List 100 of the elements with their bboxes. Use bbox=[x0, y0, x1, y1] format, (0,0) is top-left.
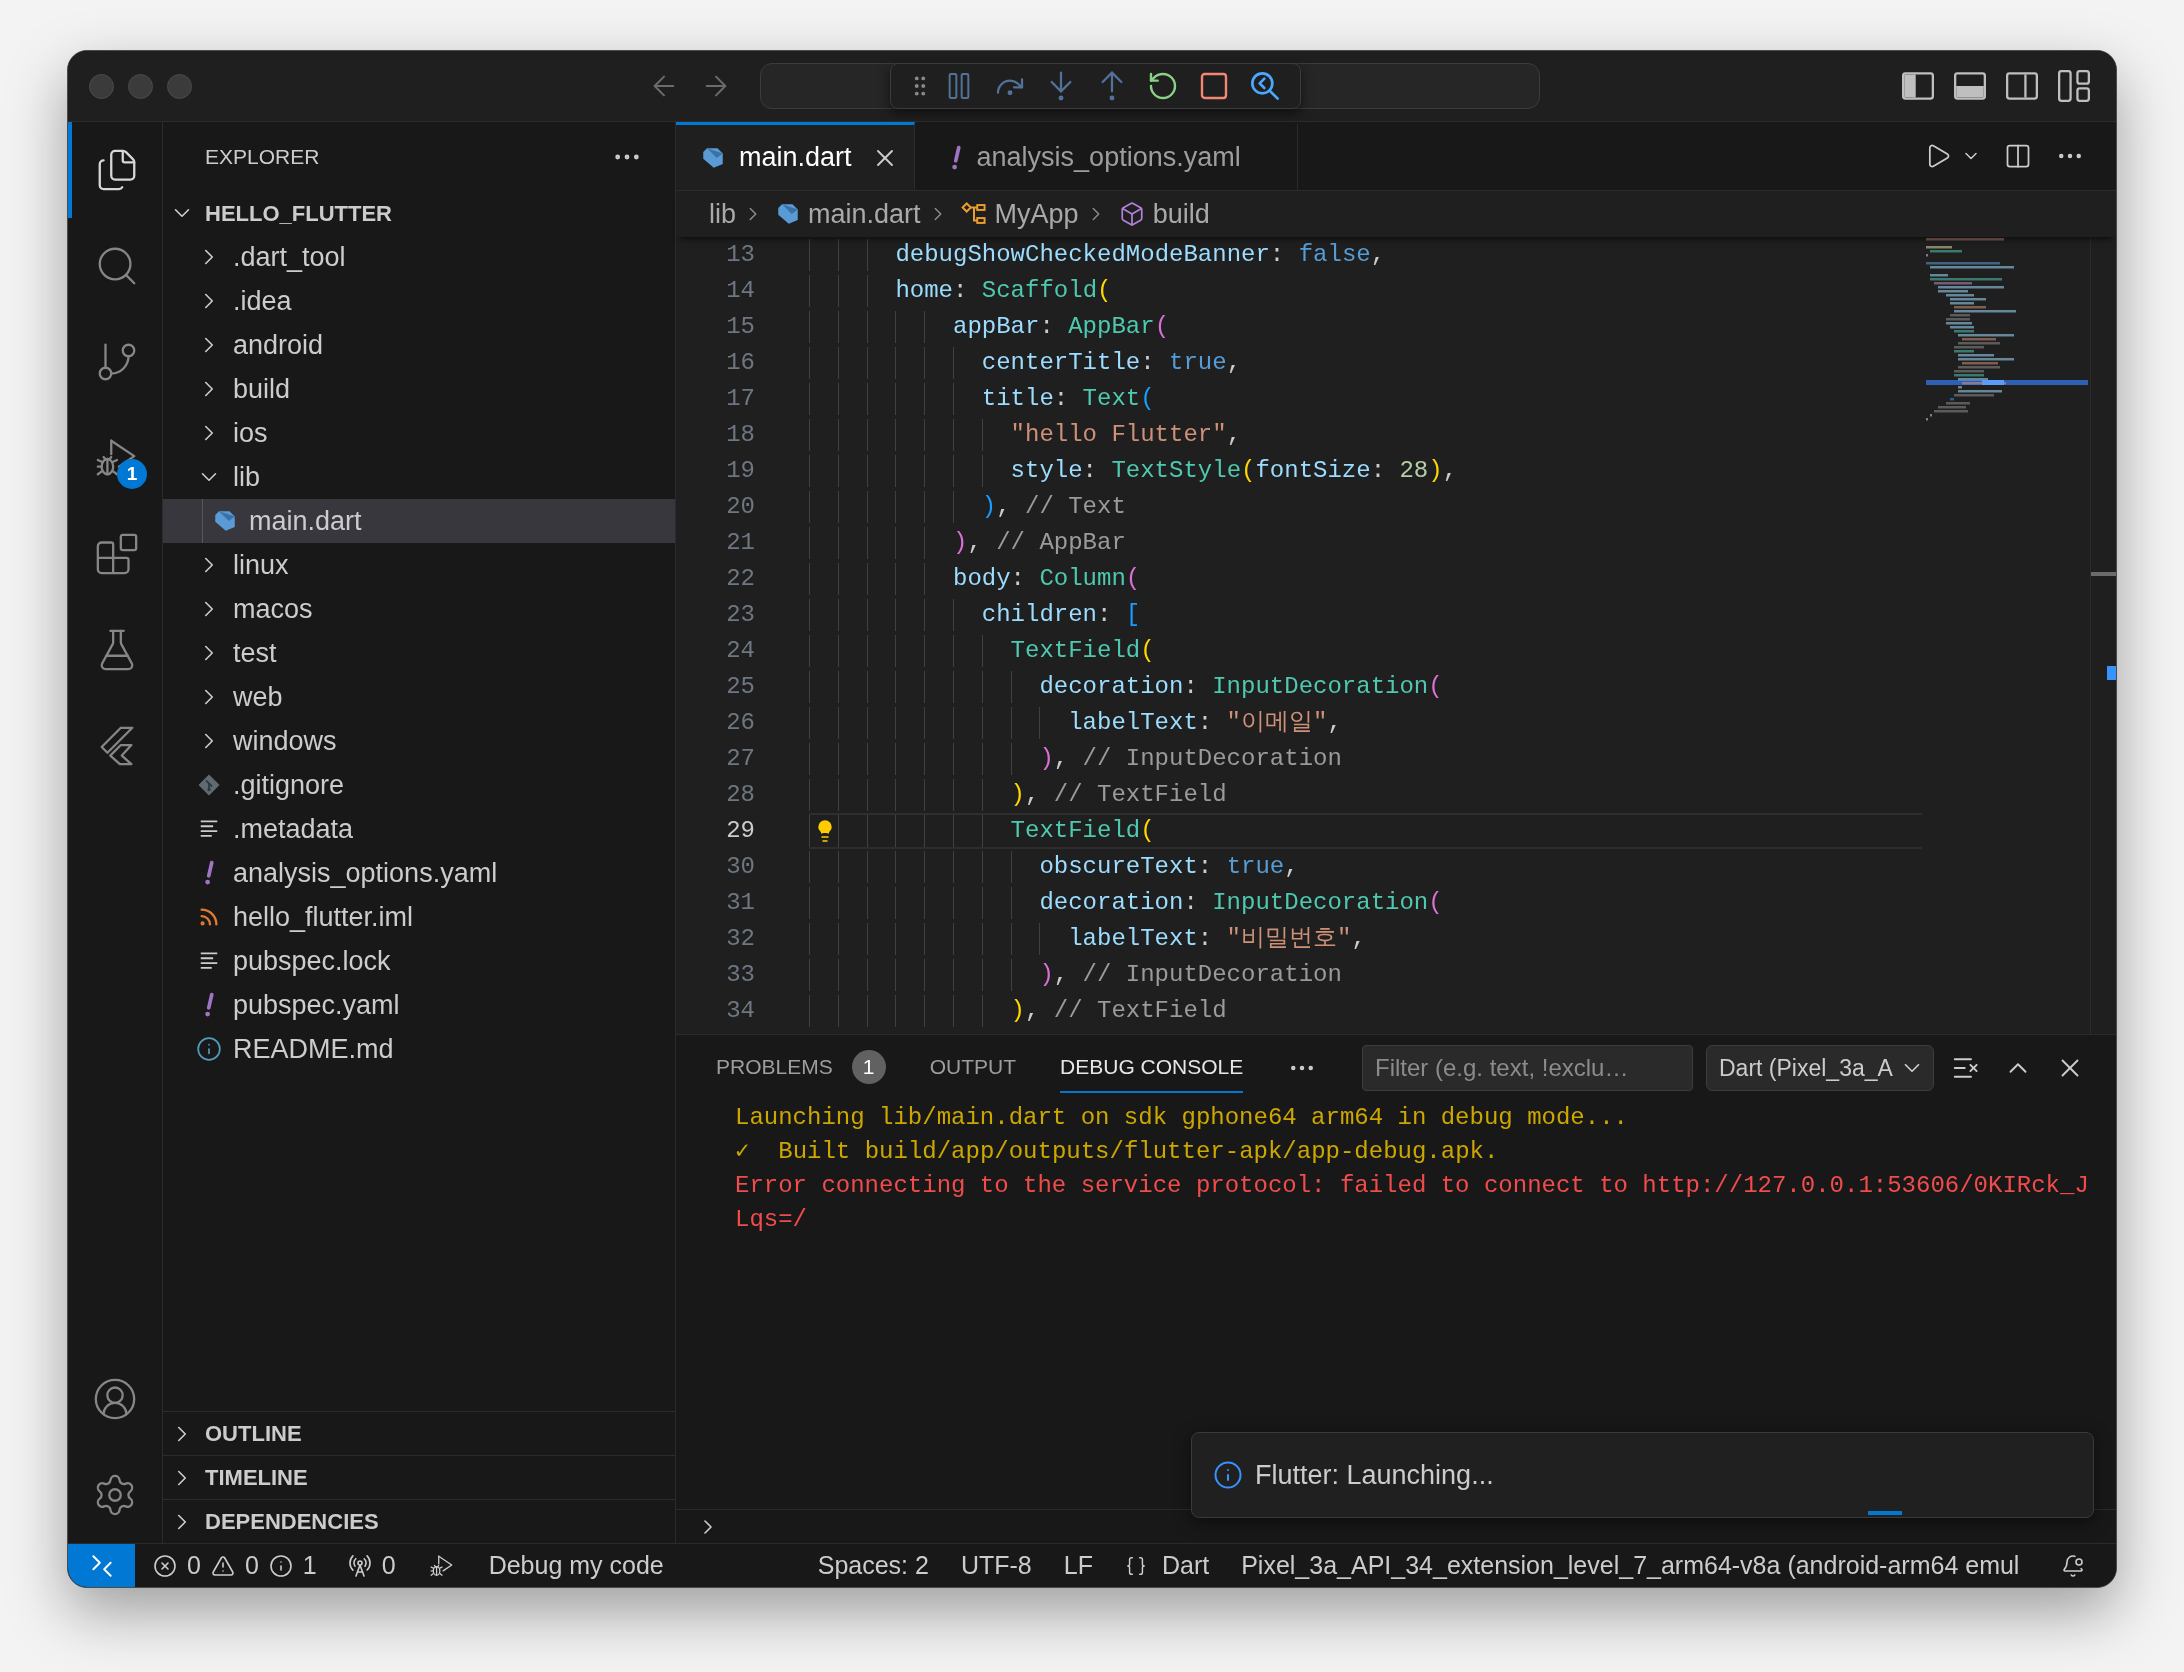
layout-grid-icon[interactable] bbox=[2058, 70, 2090, 102]
remote-button[interactable] bbox=[68, 1544, 135, 1587]
code-line: ), // InputDecoration bbox=[1039, 960, 1342, 990]
breadcrumb-item[interactable]: lib bbox=[709, 193, 736, 235]
sidebar-title: EXPLORER bbox=[205, 143, 320, 170]
line-number: 26 bbox=[726, 708, 755, 738]
tree-item[interactable]: .gitignore bbox=[163, 763, 675, 807]
info-icon bbox=[268, 1553, 293, 1578]
section-header[interactable]: TIMELINE bbox=[163, 1455, 675, 1499]
line-number: 32 bbox=[726, 924, 755, 954]
status-item[interactable]: UTF-8 bbox=[947, 1544, 1045, 1587]
code-line: ), // AppBar bbox=[953, 528, 1126, 558]
tree-item[interactable]: windows bbox=[163, 719, 675, 763]
bell-icon[interactable] bbox=[2061, 1553, 2085, 1578]
status-item[interactable]: Pixel_3a_API_34_extension_level_7_arm64-v8a (android-arm64 emul bbox=[1228, 1544, 2033, 1587]
code-line: title: Text( bbox=[981, 384, 1155, 414]
code-line: ), // TextField bbox=[1010, 996, 1227, 1026]
dart-file-icon bbox=[701, 145, 725, 170]
problems-button[interactable]: 0 0 1 bbox=[143, 1544, 327, 1587]
notification-message: Flutter: Launching... bbox=[1255, 1458, 1494, 1492]
code-line: ), // Text bbox=[981, 492, 1126, 522]
status-item[interactable]: Dart bbox=[1111, 1544, 1223, 1587]
tree-item[interactable]: test bbox=[163, 631, 675, 675]
code-line: TextField( bbox=[1010, 636, 1155, 666]
tree-item[interactable]: analysis_options.yaml bbox=[163, 851, 675, 895]
line-number: 19 bbox=[726, 456, 755, 486]
cube-icon bbox=[1118, 201, 1145, 227]
tree-item[interactable]: build bbox=[163, 367, 675, 411]
code-line: home: Scaffold( bbox=[895, 276, 1112, 306]
line-number: 30 bbox=[726, 852, 755, 882]
line-number: 29 bbox=[726, 816, 755, 846]
line-number: 28 bbox=[726, 780, 755, 810]
line-number: 18 bbox=[726, 420, 755, 450]
section-header[interactable]: OUTLINE bbox=[163, 1411, 675, 1455]
panel-tab[interactable]: OUTPUT bbox=[929, 1043, 1017, 1093]
line-number: 23 bbox=[726, 600, 755, 630]
right-sidebar-layout-icon[interactable] bbox=[2006, 70, 2038, 102]
breadcrumb-item[interactable]: main.dart bbox=[776, 193, 921, 235]
code-line: ), // TextField bbox=[1010, 780, 1227, 810]
class-symbol-icon bbox=[960, 201, 987, 227]
dart-file-icon bbox=[776, 202, 800, 226]
breadcrumb-item[interactable]: build bbox=[1118, 193, 1210, 235]
code-line: centerTitle: true, bbox=[981, 348, 1242, 378]
tree-item[interactable]: README.md bbox=[163, 1027, 675, 1071]
sidebar-layout-icon[interactable] bbox=[1902, 70, 1934, 102]
code-line: children: [ bbox=[981, 600, 1141, 630]
panel-tab[interactable]: DEBUG CONSOLE bbox=[1060, 1043, 1244, 1093]
filter-field[interactable]: Filter (e.g. text, !exclu… bbox=[1362, 1045, 1693, 1091]
tree-item[interactable]: lib bbox=[163, 455, 675, 499]
tree-item[interactable]: android bbox=[163, 323, 675, 367]
code-line: debugShowCheckedModeBanner: false, bbox=[895, 240, 1386, 270]
command-center-field[interactable] bbox=[760, 63, 1540, 109]
progress-indicator bbox=[1868, 1511, 1902, 1515]
line-number: 17 bbox=[726, 384, 755, 414]
circular-arrow-icon[interactable] bbox=[1147, 70, 1179, 102]
tree-item[interactable]: linux bbox=[163, 543, 675, 587]
code-line: decoration: InputDecoration( bbox=[1039, 672, 1443, 702]
count-badge: 1 bbox=[851, 1050, 886, 1084]
warning-icon bbox=[210, 1553, 235, 1578]
project-header[interactable]: HELLO_FLUTTER bbox=[163, 191, 675, 235]
console-line: ✓ Built build/app/outputs/flutter-apk/app-debug.apk. bbox=[735, 1137, 1499, 1167]
tree-item[interactable]: hello_flutter.iml bbox=[163, 895, 675, 939]
line-number: 31 bbox=[726, 888, 755, 918]
split-columns-icon[interactable] bbox=[2004, 142, 2032, 170]
line-number: 24 bbox=[726, 636, 755, 666]
code-line: ), // InputDecoration bbox=[1039, 744, 1342, 774]
magnifier-icon[interactable] bbox=[1249, 70, 1281, 102]
tree-item[interactable]: web bbox=[163, 675, 675, 719]
tree-item[interactable]: main.dart bbox=[163, 499, 675, 543]
code-line: labelText: "비밀번호", bbox=[1068, 924, 1366, 954]
square-icon[interactable] bbox=[1198, 70, 1230, 102]
status-item[interactable]: Spaces: 2 bbox=[804, 1544, 942, 1587]
rss-icon bbox=[198, 906, 220, 928]
user-circle-icon[interactable] bbox=[92, 1376, 138, 1422]
ports-button[interactable]: 0 bbox=[337, 1544, 406, 1587]
code-line: labelText: "이메일", bbox=[1068, 708, 1342, 738]
tree-item[interactable]: .dart_tool bbox=[163, 235, 675, 279]
tree-item[interactable]: macos bbox=[163, 587, 675, 631]
tree-item[interactable]: .metadata bbox=[163, 807, 675, 851]
status-item[interactable]: LF bbox=[1050, 1544, 1106, 1587]
count-badge: 1 bbox=[117, 459, 147, 489]
line-number: 15 bbox=[726, 312, 755, 342]
line-number: 27 bbox=[726, 744, 755, 774]
console-line: Launching lib/main.dart on sdk gphone64 arm64 in debug mode... bbox=[735, 1103, 1628, 1133]
braces-icon bbox=[1124, 1554, 1147, 1577]
overview-marker bbox=[2107, 666, 2116, 680]
activity-bar-item[interactable]: 1 bbox=[68, 410, 162, 506]
tree-item[interactable]: .idea bbox=[163, 279, 675, 323]
breadcrumb-item[interactable]: MyApp bbox=[960, 193, 1079, 235]
exclamation-icon bbox=[202, 860, 216, 886]
tree-item[interactable]: pubspec.lock bbox=[163, 939, 675, 983]
tree-item[interactable]: ios bbox=[163, 411, 675, 455]
editor-tab[interactable]: main.dart bbox=[676, 122, 915, 190]
launch-config-button[interactable]: Debug my code bbox=[418, 1544, 674, 1587]
line-number: 34 bbox=[726, 996, 755, 1026]
tree-item[interactable]: pubspec.yaml bbox=[163, 983, 675, 1027]
session-dropdown[interactable]: Dart (Pixel_3a_A bbox=[1706, 1045, 1934, 1091]
console-line: Error connecting to the service protocol: failed to connect to http://127.0.0.1:53606/0KIRck_JLqs=/ bbox=[735, 1171, 2090, 1235]
panel-tab[interactable]: PROBLEMS 1 bbox=[716, 1043, 886, 1093]
panel-layout-icon[interactable] bbox=[1954, 70, 1986, 102]
